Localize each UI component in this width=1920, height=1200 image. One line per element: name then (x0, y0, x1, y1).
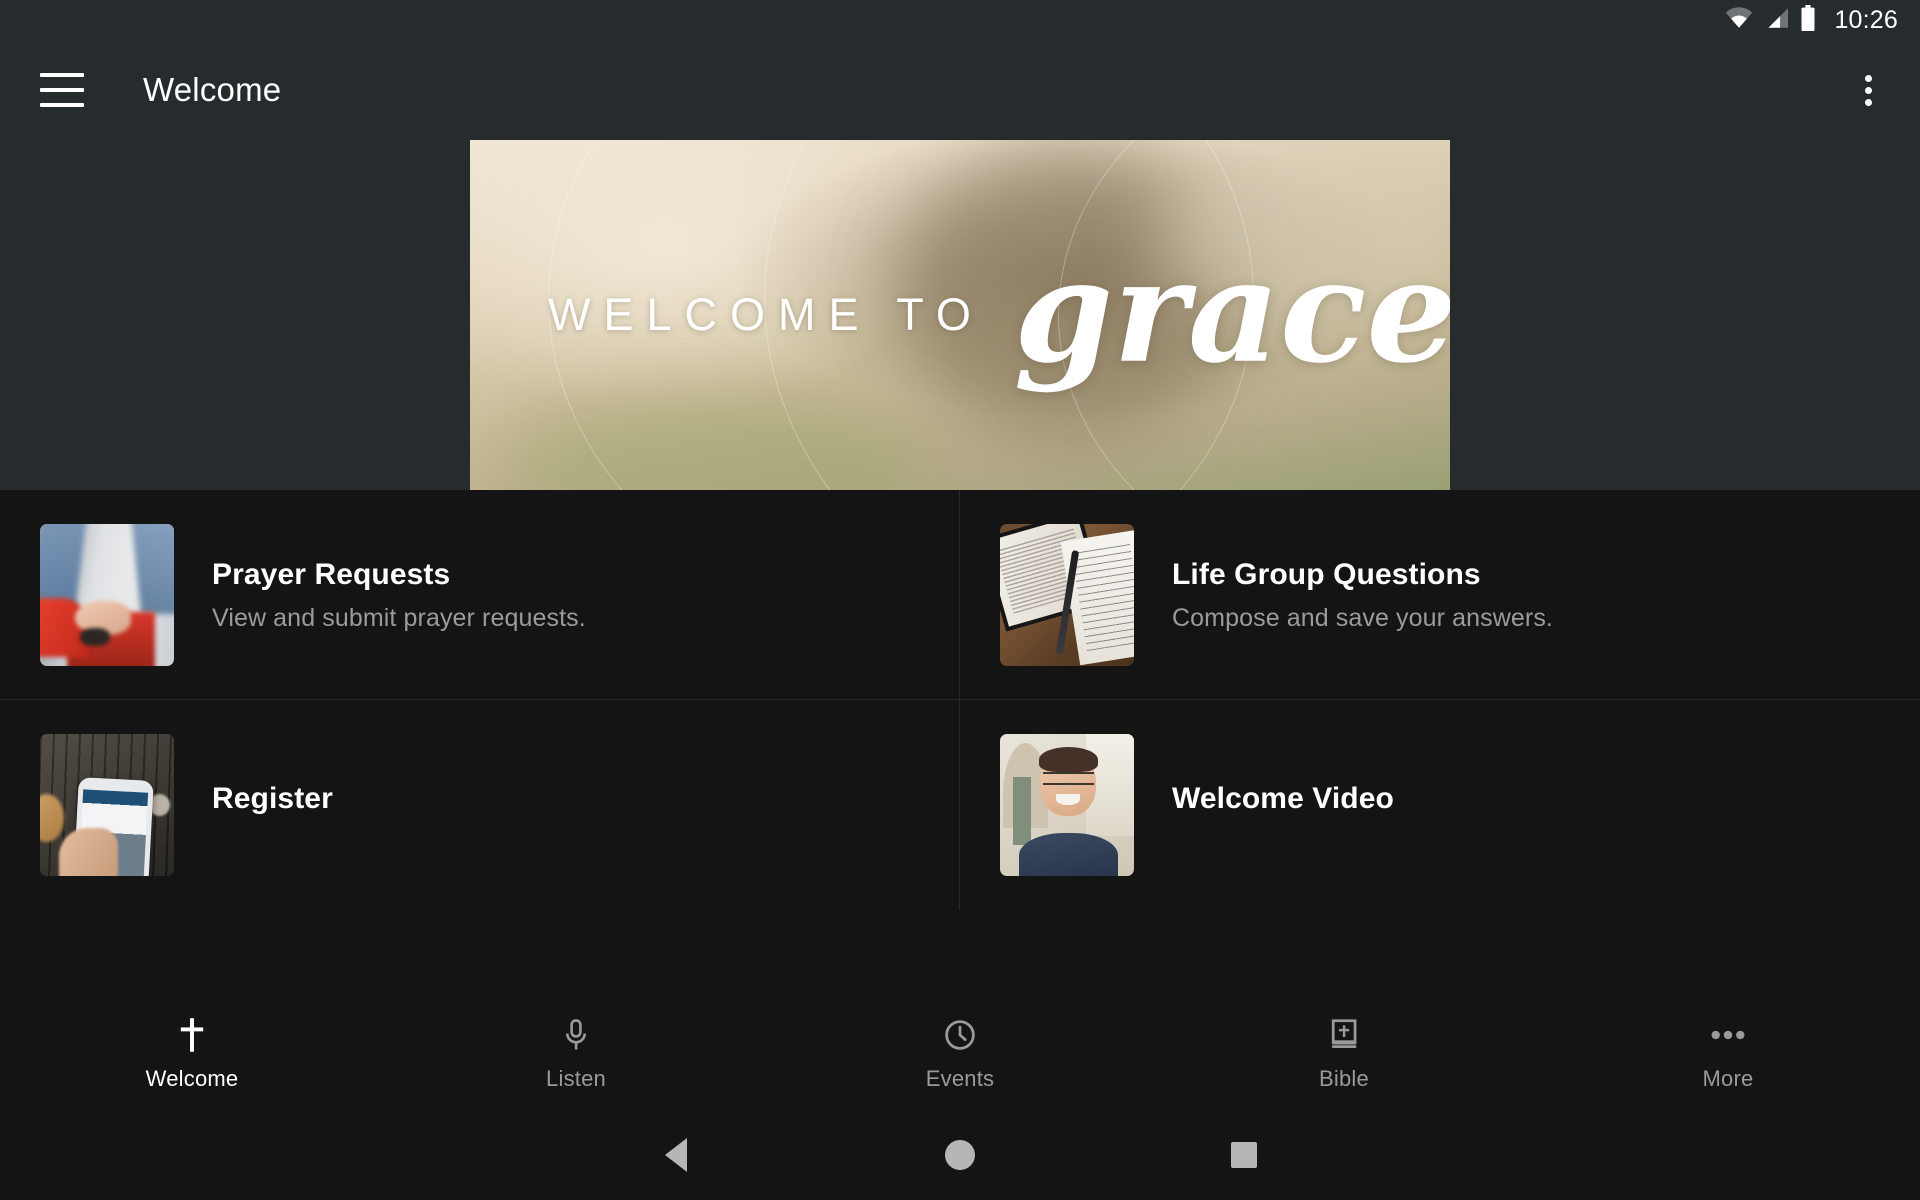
hero-banner-container: WELCOME TO grace (0, 140, 1920, 490)
card-text: Prayer Requests View and submit prayer r… (212, 558, 586, 633)
card-text: Register (212, 782, 333, 828)
card-text: Life Group Questions Compose and save yo… (1172, 558, 1553, 633)
bottom-tab-bar: Welcome Listen Events Bible More (0, 1000, 1920, 1110)
card-subtitle: View and submit prayer requests. (212, 603, 586, 632)
hero-kicker-text: WELCOME TO (548, 289, 984, 340)
overflow-menu-icon[interactable] (1844, 66, 1892, 114)
home-circle-icon[interactable] (933, 1128, 987, 1182)
card-title: Register (212, 782, 333, 815)
card-title: Prayer Requests (212, 557, 451, 591)
recents-square-icon[interactable] (1217, 1128, 1271, 1182)
system-navigation-bar (0, 1110, 1920, 1200)
card-register[interactable]: Register (0, 700, 960, 910)
tab-bible[interactable]: Bible (1152, 1018, 1536, 1092)
tab-events[interactable]: Events (768, 1018, 1152, 1092)
card-title: Welcome Video (1172, 782, 1394, 815)
battery-icon (1800, 4, 1816, 36)
cell-signal-icon (1764, 7, 1790, 34)
tab-more[interactable]: More (1536, 1018, 1920, 1092)
back-triangle-icon[interactable] (649, 1128, 703, 1182)
tab-welcome[interactable]: Welcome (0, 1018, 384, 1092)
card-welcome-video[interactable]: Welcome Video (960, 700, 1920, 910)
tab-label: Events (925, 1066, 995, 1091)
clock-icon (943, 1018, 977, 1052)
tab-label: Listen (546, 1066, 606, 1091)
status-bar: 10:26 (0, 0, 1920, 40)
app-bar: Welcome (0, 40, 1920, 140)
wifi-icon (1724, 6, 1754, 34)
hamburger-menu-icon[interactable] (40, 73, 84, 107)
status-time: 10:26 (1834, 5, 1898, 34)
hero-banner[interactable]: WELCOME TO grace (470, 140, 1450, 490)
card-title: Life Group Questions (1172, 557, 1481, 591)
life-group-questions-thumbnail (1000, 524, 1134, 666)
tab-label: Welcome (145, 1066, 239, 1091)
prayer-requests-thumbnail (40, 524, 174, 666)
cross-icon (175, 1018, 209, 1052)
hero-script-text: grace (1013, 228, 1450, 395)
card-subtitle: Compose and save your answers. (1172, 603, 1553, 632)
page-title: Welcome (143, 71, 282, 108)
status-icons (1724, 4, 1816, 36)
ellipsis-icon (1711, 1018, 1745, 1052)
feature-card-grid: Prayer Requests View and submit prayer r… (0, 490, 1920, 910)
tab-label: More (1702, 1066, 1754, 1091)
tab-label: Bible (1319, 1066, 1369, 1091)
tab-listen[interactable]: Listen (384, 1018, 768, 1092)
bible-book-icon (1327, 1018, 1361, 1052)
register-thumbnail (40, 734, 174, 876)
card-text: Welcome Video (1172, 782, 1394, 828)
card-prayer-requests[interactable]: Prayer Requests View and submit prayer r… (0, 490, 960, 700)
card-life-group-questions[interactable]: Life Group Questions Compose and save yo… (960, 490, 1920, 700)
hero-text: WELCOME TO grace (470, 241, 1450, 384)
welcome-video-thumbnail (1000, 734, 1134, 876)
microphone-icon (559, 1018, 593, 1052)
